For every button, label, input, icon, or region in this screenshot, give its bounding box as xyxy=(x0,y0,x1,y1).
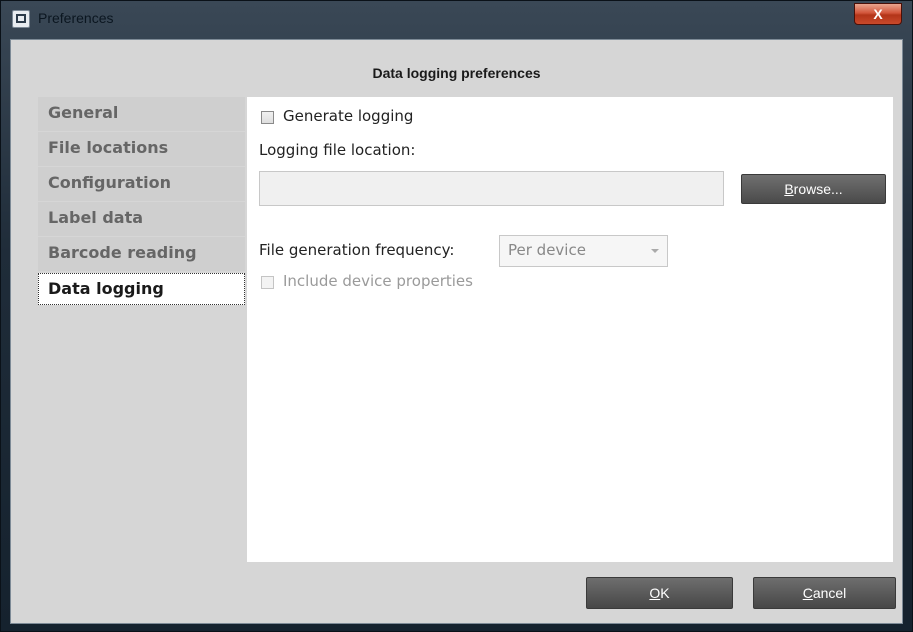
sidebar-item-label: Data logging xyxy=(48,279,164,298)
sidebar-item-file-locations[interactable]: File locations xyxy=(38,132,245,166)
sidebar-item-label: Configuration xyxy=(48,173,172,192)
title-bar[interactable]: Preferences X xyxy=(1,1,912,39)
sidebar-item-general[interactable]: General xyxy=(38,97,245,131)
window-title: Preferences xyxy=(38,10,114,26)
sidebar-item-label: File locations xyxy=(48,138,169,157)
page-title: Data logging preferences xyxy=(372,65,541,81)
cancel-mnemonic: C xyxy=(802,585,813,601)
include-device-properties-checkbox[interactable] xyxy=(261,276,274,289)
cancel-label: ancel xyxy=(812,585,847,601)
frequency-value: Per device xyxy=(508,241,586,259)
ok-mnemonic: O xyxy=(649,585,661,601)
file-location-input[interactable] xyxy=(259,171,724,206)
chevron-down-icon xyxy=(651,249,659,253)
sidebar-item-label: Label data xyxy=(48,208,144,227)
sidebar: General File locations Configuration Lab… xyxy=(38,97,245,305)
browse-mnemonic: B xyxy=(784,181,794,197)
close-icon: X xyxy=(873,6,883,22)
ok-button[interactable]: OK xyxy=(586,577,733,609)
generate-logging-checkbox[interactable] xyxy=(261,111,274,124)
generate-logging-label[interactable]: Generate logging xyxy=(283,107,413,125)
preferences-window: Preferences X Data logging preferences G… xyxy=(0,0,913,632)
close-button[interactable]: X xyxy=(854,3,902,25)
frequency-label: File generation frequency: xyxy=(259,241,455,259)
ok-label: K xyxy=(660,585,670,601)
dialog-body: Data logging preferences General File lo… xyxy=(10,39,903,624)
sidebar-item-barcode-reading[interactable]: Barcode reading xyxy=(38,237,245,271)
sidebar-item-data-logging[interactable]: Data logging xyxy=(38,273,245,305)
browse-button[interactable]: Browse... xyxy=(741,174,886,204)
data-logging-panel: Generate logging Logging file location: … xyxy=(247,97,893,562)
cancel-button[interactable]: Cancel xyxy=(753,577,896,609)
frequency-select[interactable]: Per device xyxy=(499,235,668,267)
sidebar-item-label: Barcode reading xyxy=(48,243,197,262)
sidebar-item-configuration[interactable]: Configuration xyxy=(38,167,245,201)
file-location-label: Logging file location: xyxy=(259,141,416,159)
browse-label: rowse... xyxy=(793,181,843,197)
app-icon xyxy=(12,10,30,28)
include-device-properties-label[interactable]: Include device properties xyxy=(283,272,473,290)
sidebar-item-label: General xyxy=(48,103,119,122)
sidebar-item-label-data[interactable]: Label data xyxy=(38,202,245,236)
